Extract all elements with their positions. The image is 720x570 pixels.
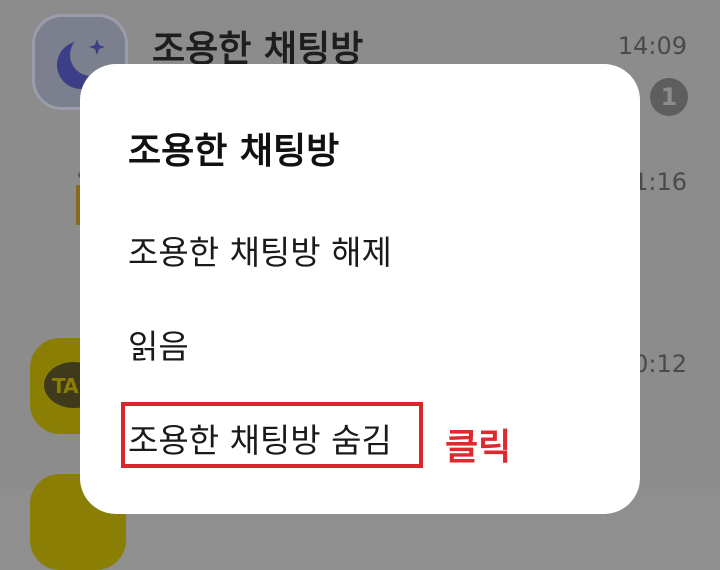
menu-item-mark-read[interactable]: 읽음 (128, 320, 189, 368)
chat-row-time: 14:09 (617, 32, 687, 60)
chat-row-time: 0:12 (633, 350, 687, 378)
chat-row-time: 1:16 (633, 168, 687, 196)
menu-item-unset-quiet-chatroom[interactable]: 조용한 채팅방 해제 (128, 226, 392, 274)
kakao-avatar-text: TA (52, 374, 79, 398)
click-annotation-label: 클릭 (445, 427, 512, 468)
dialog-title: 조용한 채팅방 (128, 131, 340, 172)
click-highlight-box (121, 402, 423, 468)
unread-count-badge: 1 (650, 78, 688, 116)
